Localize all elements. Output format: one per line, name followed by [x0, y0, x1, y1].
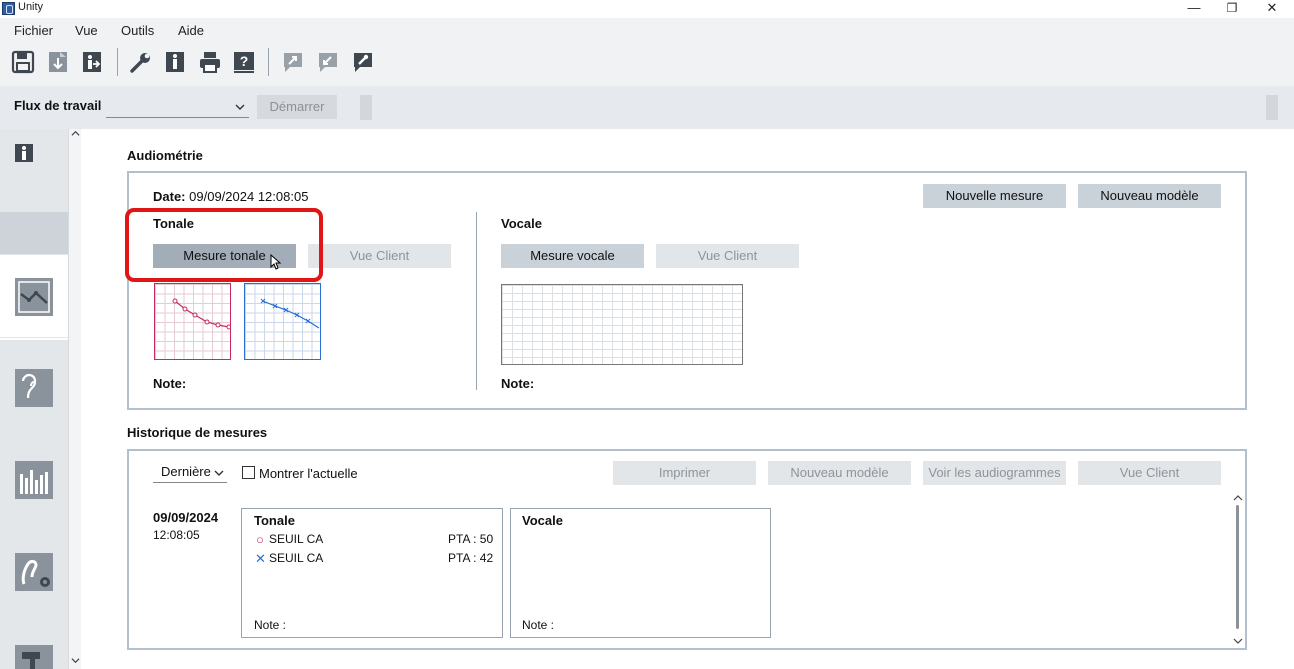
- bar-graph-icon: [15, 461, 53, 499]
- help-icon[interactable]: ?: [232, 50, 256, 74]
- scroll-down-icon[interactable]: [71, 656, 80, 668]
- history-entry-time: 12:08:05: [153, 528, 200, 542]
- save-icon[interactable]: [11, 50, 35, 74]
- history-row-label: SEUIL CA: [269, 551, 324, 565]
- toolbar-separator: [268, 48, 269, 76]
- scroll-up-icon[interactable]: [1233, 494, 1243, 502]
- toolbar: ?: [0, 42, 1294, 86]
- print-icon[interactable]: [198, 50, 222, 74]
- left-ear-audiogram[interactable]: [244, 283, 321, 360]
- history-new-model-button[interactable]: Nouveau modèle: [768, 461, 911, 485]
- sidebar: [0, 129, 68, 669]
- audiometry-title: Audiométrie: [127, 148, 203, 163]
- menu-vue[interactable]: Vue: [75, 23, 98, 38]
- menu-fichier[interactable]: Fichier: [14, 23, 53, 38]
- tonal-note-label: Note:: [153, 376, 187, 391]
- client-info-icon[interactable]: [163, 50, 187, 74]
- hearing-aid-settings-icon: [15, 553, 53, 591]
- vocal-note-label: Note:: [501, 376, 535, 391]
- export-client-icon[interactable]: [80, 50, 104, 74]
- scroll-down-icon[interactable]: [1233, 637, 1243, 645]
- history-filter-value: Dernière: [161, 464, 211, 479]
- history-entry-date: 09/09/2024: [153, 510, 219, 525]
- audiogram-icon: [15, 278, 53, 316]
- view-audiograms-button[interactable]: Voir les audiogrammes: [923, 461, 1066, 485]
- date-row: Date: 09/09/2024 12:08:05: [153, 189, 308, 204]
- window-title: Unity: [18, 1, 44, 13]
- speech-audiogram[interactable]: [501, 284, 743, 365]
- minimize-button[interactable]: —: [1176, 0, 1212, 16]
- history-vocal-note: Note :: [522, 618, 555, 632]
- highlight-annotation: [125, 208, 323, 282]
- vocal-measure-button[interactable]: Mesure vocale: [501, 244, 644, 268]
- import-icon[interactable]: [46, 50, 70, 74]
- date-label: Date:: [153, 189, 186, 204]
- history-print-button[interactable]: Imprimer: [613, 461, 756, 485]
- sidebar-item-client[interactable]: [0, 129, 68, 211]
- sidebar-item-fitting[interactable]: [0, 530, 68, 616]
- history-row-pta: PTA : 50: [448, 532, 494, 546]
- scroll-up-icon[interactable]: [71, 129, 80, 141]
- right-ear-symbol-icon: ○: [256, 532, 264, 547]
- scrollbar-thumb[interactable]: [1236, 505, 1239, 629]
- send-icon[interactable]: [281, 50, 305, 74]
- sidebar-item-hearing[interactable]: [0, 346, 68, 432]
- left-ear-symbol-icon: ✕: [255, 551, 266, 566]
- tonal-client-view-button[interactable]: Vue Client: [308, 244, 451, 268]
- history-vocal-title: Vocale: [522, 513, 563, 528]
- left-ear-curve: [260, 298, 320, 329]
- title-bar: Unity — ❐ ✕: [0, 0, 1294, 18]
- wrench-icon[interactable]: [129, 50, 153, 74]
- tools-icon: [15, 645, 53, 669]
- start-button[interactable]: Démarrer: [257, 95, 337, 119]
- history-tonal-note: Note :: [254, 618, 287, 632]
- menu-bar: Fichier Vue Outils Aide: [0, 18, 1294, 42]
- history-client-view-button[interactable]: Vue Client: [1078, 461, 1221, 485]
- client-icon: [15, 144, 33, 162]
- right-ear-audiogram[interactable]: [154, 283, 231, 360]
- sidebar-item-audiogram[interactable]: [0, 255, 68, 337]
- workflow-dropdown[interactable]: [106, 96, 249, 118]
- sidebar-divider: [0, 338, 68, 340]
- history-tonal-card[interactable]: Tonale ○ SEUIL CA PTA : 50 ✕ SEUIL CA PT…: [241, 508, 503, 638]
- workflow-bar: Flux de travail Démarrer: [0, 86, 1294, 129]
- workflow-label: Flux de travail: [14, 98, 102, 113]
- ear-icon: [15, 369, 53, 407]
- date-value: 09/09/2024 12:08:05: [189, 189, 309, 204]
- connect-icon[interactable]: [351, 50, 375, 74]
- vocal-client-view-button[interactable]: Vue Client: [656, 244, 799, 268]
- workflow-progress-end: [1266, 95, 1278, 120]
- new-measure-button[interactable]: Nouvelle mesure: [923, 184, 1066, 208]
- history-row-pta: PTA : 42: [448, 551, 494, 565]
- chevron-down-icon: [214, 470, 224, 476]
- history-vocal-card[interactable]: Vocale Note :: [510, 508, 771, 638]
- svg-text:?: ?: [240, 53, 249, 69]
- receive-icon[interactable]: [316, 50, 340, 74]
- vocal-title: Vocale: [501, 216, 542, 231]
- section-divider: [476, 212, 477, 390]
- history-row-label: SEUIL CA: [269, 532, 324, 546]
- menu-outils[interactable]: Outils: [121, 23, 154, 38]
- right-ear-curve: [172, 298, 230, 330]
- app-icon: [2, 2, 15, 15]
- toolbar-separator: [117, 48, 118, 76]
- show-current-label: Montrer l'actuelle: [259, 466, 358, 481]
- show-current-checkbox[interactable]: [242, 466, 255, 479]
- sidebar-item-separator: [0, 212, 68, 254]
- sidebar-item-tools[interactable]: [0, 622, 68, 669]
- sidebar-scrollbar[interactable]: [68, 129, 81, 669]
- new-model-button[interactable]: Nouveau modèle: [1078, 184, 1221, 208]
- history-tonal-title: Tonale: [254, 513, 295, 528]
- close-button[interactable]: ✕: [1254, 0, 1290, 16]
- chevron-down-icon: [235, 104, 245, 110]
- history-filter-dropdown[interactable]: Dernière: [153, 461, 227, 483]
- history-title: Historique de mesures: [127, 425, 268, 440]
- restore-button[interactable]: ❐: [1214, 0, 1250, 16]
- workflow-progress-bar: [360, 95, 372, 120]
- sidebar-item-graph[interactable]: [0, 438, 68, 524]
- history-scrollbar[interactable]: [1232, 492, 1244, 648]
- menu-aide[interactable]: Aide: [178, 23, 204, 38]
